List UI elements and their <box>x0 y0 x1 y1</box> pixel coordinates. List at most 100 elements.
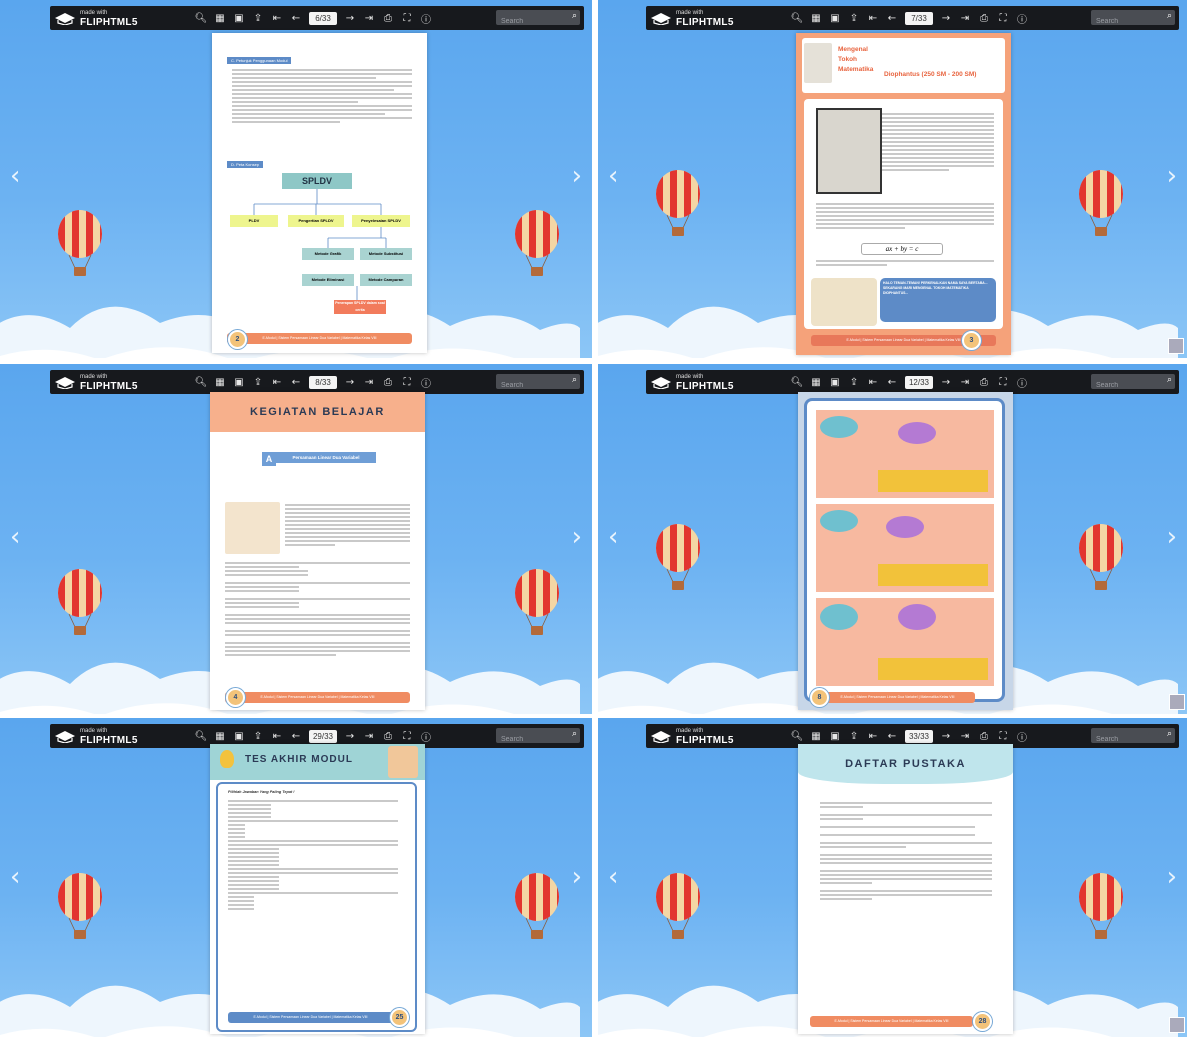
first-page-icon[interactable]: ⇤ <box>271 375 283 389</box>
thumbnails-icon[interactable]: ▦ <box>214 375 226 389</box>
prev-page-icon[interactable]: ← <box>886 729 898 743</box>
last-page-icon[interactable]: ⇥ <box>363 729 375 743</box>
last-page-icon[interactable]: ⇥ <box>959 11 971 25</box>
search-icon[interactable]: ⌕ <box>1167 11 1172 21</box>
brand-logo[interactable]: made with FLIPHTML5 <box>54 726 138 746</box>
search-input[interactable] <box>1091 14 1162 29</box>
zoom-icon[interactable]: 🔍︎ <box>791 375 804 389</box>
fullscreen-icon[interactable]: ⛶ <box>997 729 1009 743</box>
brand-logo[interactable]: made with FLIPHTML5 <box>54 372 138 392</box>
share-icon[interactable]: ⇪ <box>252 375 264 389</box>
search-input[interactable] <box>496 378 567 393</box>
share-icon[interactable]: ⇪ <box>848 375 860 389</box>
next-arrow-icon[interactable]: › <box>572 862 582 892</box>
first-page-icon[interactable]: ⇤ <box>867 11 879 25</box>
prev-arrow-icon[interactable]: ‹ <box>608 862 618 892</box>
prev-arrow-icon[interactable]: ‹ <box>10 161 20 191</box>
qr-code-icon[interactable] <box>1169 1017 1185 1033</box>
share-icon[interactable]: ⇪ <box>252 729 264 743</box>
prev-page-icon[interactable]: ← <box>886 11 898 25</box>
search-input[interactable] <box>1091 732 1162 747</box>
book-page[interactable]: DAFTAR PUSTAKA E-Modul | Sistem Persamaa… <box>798 744 1013 1034</box>
print-icon[interactable]: ⎙ <box>382 729 394 743</box>
search-icon[interactable]: ⌕ <box>572 375 577 385</box>
book-page[interactable]: TES AKHIR MODUL Pilihlah Jawaban Yang Pa… <box>210 744 425 1034</box>
info-icon[interactable]: ⓘ <box>1016 729 1028 744</box>
fullscreen-icon[interactable]: ⛶ <box>997 11 1009 25</box>
page-indicator[interactable]: 29/33 <box>309 729 337 743</box>
search-input[interactable] <box>1091 378 1162 393</box>
prev-page-icon[interactable]: ← <box>886 375 898 389</box>
first-page-icon[interactable]: ⇤ <box>867 375 879 389</box>
zoom-icon[interactable]: 🔍︎ <box>791 11 804 25</box>
page-indicator[interactable]: 33/33 <box>905 729 933 743</box>
thumbnails-icon[interactable]: ▦ <box>810 375 822 389</box>
next-arrow-icon[interactable]: › <box>1167 161 1177 191</box>
first-page-icon[interactable]: ⇤ <box>867 729 879 743</box>
next-arrow-icon[interactable]: › <box>572 161 582 191</box>
bookmark-icon[interactable]: ▣ <box>233 11 245 25</box>
share-icon[interactable]: ⇪ <box>252 11 264 25</box>
search-icon[interactable]: ⌕ <box>1167 375 1172 385</box>
info-icon[interactable]: ⓘ <box>420 11 432 26</box>
next-page-icon[interactable]: → <box>940 729 952 743</box>
thumbnails-icon[interactable]: ▦ <box>214 11 226 25</box>
brand-logo[interactable]: made with FLIPHTML5 <box>650 726 734 746</box>
share-icon[interactable]: ⇪ <box>848 11 860 25</box>
fullscreen-icon[interactable]: ⛶ <box>401 11 413 25</box>
book-page[interactable]: KEGIATAN BELAJAR A Persamaan Linear Dua … <box>210 392 425 710</box>
qr-code-icon[interactable] <box>1168 338 1184 354</box>
thumbnails-icon[interactable]: ▦ <box>214 729 226 743</box>
info-icon[interactable]: ⓘ <box>1016 11 1028 26</box>
last-page-icon[interactable]: ⇥ <box>959 729 971 743</box>
next-arrow-icon[interactable]: › <box>1167 862 1177 892</box>
zoom-icon[interactable]: 🔍︎ <box>195 375 208 389</box>
last-page-icon[interactable]: ⇥ <box>363 375 375 389</box>
bookmark-icon[interactable]: ▣ <box>829 375 841 389</box>
print-icon[interactable]: ⎙ <box>978 375 990 389</box>
prev-page-icon[interactable]: ← <box>290 11 302 25</box>
book-page[interactable]: E-Modul | Sistem Persamaan Linear Dua Va… <box>798 392 1013 710</box>
next-page-icon[interactable]: → <box>940 11 952 25</box>
search-input[interactable] <box>496 14 567 29</box>
prev-arrow-icon[interactable]: ‹ <box>10 522 20 552</box>
brand-logo[interactable]: made with FLIPHTML5 <box>650 372 734 392</box>
print-icon[interactable]: ⎙ <box>382 11 394 25</box>
thumbnails-icon[interactable]: ▦ <box>810 11 822 25</box>
bookmark-icon[interactable]: ▣ <box>829 729 841 743</box>
next-arrow-icon[interactable]: › <box>1167 522 1177 552</box>
print-icon[interactable]: ⎙ <box>978 729 990 743</box>
bookmark-icon[interactable]: ▣ <box>829 11 841 25</box>
prev-page-icon[interactable]: ← <box>290 729 302 743</box>
zoom-icon[interactable]: 🔍︎ <box>195 11 208 25</box>
next-page-icon[interactable]: → <box>344 11 356 25</box>
zoom-icon[interactable]: 🔍︎ <box>791 729 804 743</box>
book-page[interactable]: Mengenal Tokoh Matematika Diophantus (25… <box>796 33 1011 355</box>
next-page-icon[interactable]: → <box>940 375 952 389</box>
prev-arrow-icon[interactable]: ‹ <box>608 161 618 191</box>
last-page-icon[interactable]: ⇥ <box>959 375 971 389</box>
info-icon[interactable]: ⓘ <box>420 729 432 744</box>
book-page[interactable]: C. Petunjuk Penggunaan Modul D. Peta Kon… <box>212 33 427 353</box>
qr-code-icon[interactable] <box>1169 694 1185 710</box>
page-indicator[interactable]: 12/33 <box>905 375 933 389</box>
print-icon[interactable]: ⎙ <box>978 11 990 25</box>
first-page-icon[interactable]: ⇤ <box>271 729 283 743</box>
next-arrow-icon[interactable]: › <box>572 522 582 552</box>
prev-arrow-icon[interactable]: ‹ <box>608 522 618 552</box>
search-icon[interactable]: ⌕ <box>572 729 577 739</box>
zoom-icon[interactable]: 🔍︎ <box>195 729 208 743</box>
next-page-icon[interactable]: → <box>344 729 356 743</box>
fullscreen-icon[interactable]: ⛶ <box>401 729 413 743</box>
fullscreen-icon[interactable]: ⛶ <box>401 375 413 389</box>
thumbnails-icon[interactable]: ▦ <box>810 729 822 743</box>
bookmark-icon[interactable]: ▣ <box>233 375 245 389</box>
page-indicator[interactable]: 8/33 <box>309 375 337 389</box>
search-icon[interactable]: ⌕ <box>1167 729 1172 739</box>
search-icon[interactable]: ⌕ <box>572 11 577 21</box>
brand-logo[interactable]: made with FLIPHTML5 <box>650 8 734 28</box>
fullscreen-icon[interactable]: ⛶ <box>997 375 1009 389</box>
brand-logo[interactable]: made with FLIPHTML5 <box>54 8 138 28</box>
prev-page-icon[interactable]: ← <box>290 375 302 389</box>
first-page-icon[interactable]: ⇤ <box>271 11 283 25</box>
